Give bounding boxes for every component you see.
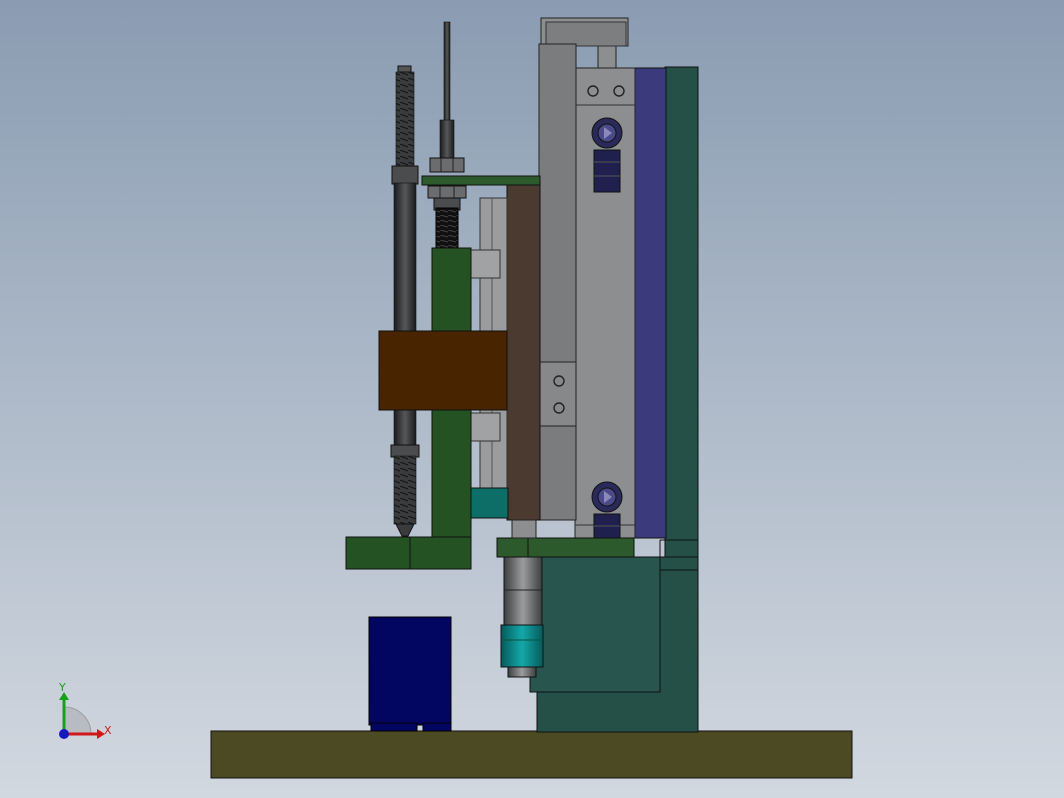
top-pin[interactable] — [597, 44, 617, 70]
slide-plate[interactable] — [506, 182, 541, 521]
top-cap-bracket[interactable] — [540, 17, 629, 47]
purple-mount-plate[interactable] — [632, 67, 667, 539]
bottom-shelf-plate[interactable] — [496, 537, 635, 558]
air-fitting-top[interactable] — [591, 117, 623, 193]
y-axis-label: Y — [58, 681, 66, 694]
clamp-block[interactable] — [378, 330, 508, 411]
cad-model-view[interactable]: Y X — [0, 0, 1064, 798]
cad-viewport[interactable]: Y X — [0, 0, 1064, 798]
z-axis-icon — [59, 729, 69, 739]
blue-block[interactable] — [368, 616, 452, 732]
base-plate[interactable] — [210, 730, 853, 779]
x-axis-label: X — [104, 724, 112, 737]
rail-end-block[interactable] — [469, 487, 509, 519]
vertical-guide-rail[interactable] — [538, 43, 577, 521]
top-mount-plate[interactable] — [421, 175, 541, 186]
